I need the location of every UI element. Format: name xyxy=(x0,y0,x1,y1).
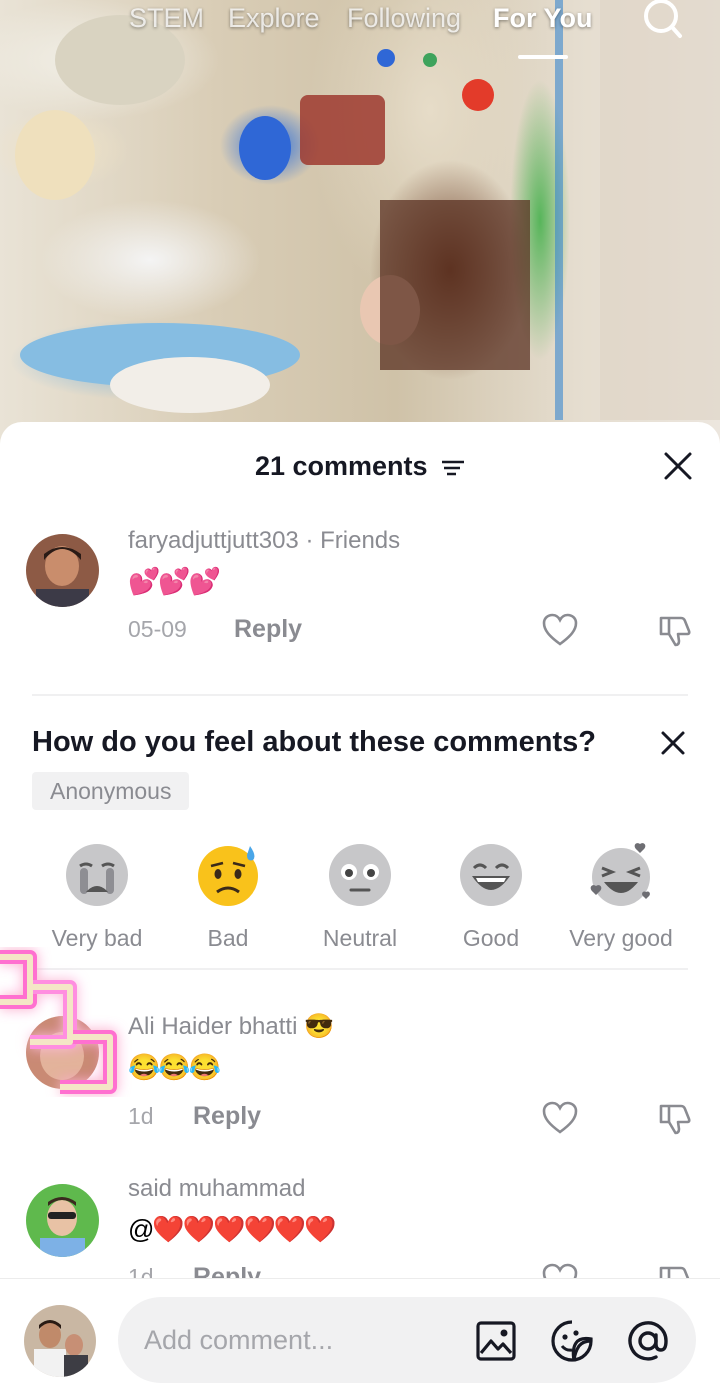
comments-sheet: 21 comments faryadjuttjutt303 · Friends … xyxy=(0,422,720,1384)
survey-option-very-good[interactable]: Very good xyxy=(556,842,686,962)
comment-item: faryadjuttjutt303 · Friends 💕💕💕 05-09 Re… xyxy=(0,522,720,702)
tab-stem[interactable]: STEM xyxy=(129,0,204,36)
survey-option-bad[interactable]: Bad xyxy=(163,842,293,962)
comment-text: 😂😂😂 xyxy=(128,1052,221,1082)
mention-icon xyxy=(628,1321,668,1361)
search-icon xyxy=(644,0,682,38)
survey-question: How do you feel about these comments? xyxy=(32,726,596,758)
user-avatar-image xyxy=(26,534,99,607)
video-content xyxy=(15,0,720,420)
comments-count-title: 21 comments xyxy=(254,451,428,481)
sheet-header: 21 comments xyxy=(0,422,720,510)
avatar[interactable] xyxy=(26,534,99,607)
comment-item: said muhammad @❤️❤️❤️❤️❤️❤️ 1d Reply xyxy=(0,1170,720,1297)
sad-sweat-face-icon xyxy=(198,846,258,906)
sticker-button[interactable] xyxy=(550,1319,594,1363)
search-button[interactable] xyxy=(640,0,686,40)
tab-following[interactable]: Following xyxy=(347,0,461,36)
survey-close-button[interactable] xyxy=(656,726,690,760)
sort-lines-icon[interactable] xyxy=(441,458,465,478)
comment-username[interactable]: Ali Haider bhatti 😎 xyxy=(128,1012,334,1042)
comment-text: @❤️❤️❤️❤️❤️❤️ xyxy=(128,1214,337,1244)
crying-face-icon xyxy=(66,844,128,906)
close-button[interactable] xyxy=(656,444,700,488)
sheet-title-row[interactable]: 21 comments xyxy=(0,450,720,482)
reply-button[interactable]: Reply xyxy=(234,614,302,644)
heart-outline-icon xyxy=(542,1101,578,1134)
comment-text: 💕💕💕 xyxy=(128,566,221,596)
comment-username[interactable]: faryadjuttjutt303 · Friends xyxy=(128,526,400,556)
my-avatar[interactable] xyxy=(24,1305,96,1377)
heart-outline-icon xyxy=(542,613,578,646)
reply-button[interactable]: Reply xyxy=(193,1101,261,1131)
close-icon xyxy=(661,731,685,755)
user-avatar-image xyxy=(26,1184,99,1257)
like-button[interactable] xyxy=(541,612,579,648)
comment-date: 1d xyxy=(128,1103,154,1129)
thumbs-down-icon xyxy=(659,616,691,647)
my-avatar-image xyxy=(24,1305,96,1377)
active-tab-indicator xyxy=(518,55,568,59)
tab-explore[interactable]: Explore xyxy=(228,0,320,36)
video-frame[interactable] xyxy=(0,0,720,470)
sticker-icon xyxy=(551,1320,593,1362)
comment-input-bar xyxy=(0,1278,720,1384)
anonymous-badge: Anonymous xyxy=(32,772,190,810)
survey-option-neutral[interactable]: Neutral xyxy=(295,842,425,962)
option-label: Bad xyxy=(207,925,249,951)
comment-feedback-survey: How do you feel about these comments? An… xyxy=(0,710,720,972)
image-icon xyxy=(476,1321,516,1361)
tab-for-you[interactable]: For You xyxy=(493,0,593,36)
image-button[interactable] xyxy=(474,1319,518,1363)
comment-date: 05-09 xyxy=(128,616,187,642)
glowing-chevrons-decoration xyxy=(0,950,117,1094)
survey-option-very-bad[interactable]: Very bad xyxy=(32,842,162,962)
close-icon xyxy=(664,452,692,480)
option-label: Neutral xyxy=(322,925,398,951)
comment-input-container[interactable] xyxy=(118,1297,696,1383)
mention-button[interactable] xyxy=(626,1319,670,1363)
grinning-face-icon xyxy=(460,844,522,906)
like-button[interactable] xyxy=(541,1100,579,1136)
comment-input[interactable] xyxy=(144,1297,464,1383)
divider xyxy=(32,694,688,696)
top-navigation: STEM Explore Following For You xyxy=(0,0,720,60)
neutral-face-icon xyxy=(329,844,391,906)
comment-username[interactable]: said muhammad xyxy=(128,1174,305,1204)
dislike-button[interactable] xyxy=(657,1100,695,1136)
avatar[interactable] xyxy=(26,1184,99,1257)
option-label: Very good xyxy=(569,925,673,951)
dislike-button[interactable] xyxy=(657,612,695,648)
option-label: Good xyxy=(462,925,520,951)
thumbs-down-icon xyxy=(659,1104,691,1135)
survey-option-good[interactable]: Good xyxy=(426,842,556,962)
laughing-hearts-face-icon xyxy=(590,843,650,906)
